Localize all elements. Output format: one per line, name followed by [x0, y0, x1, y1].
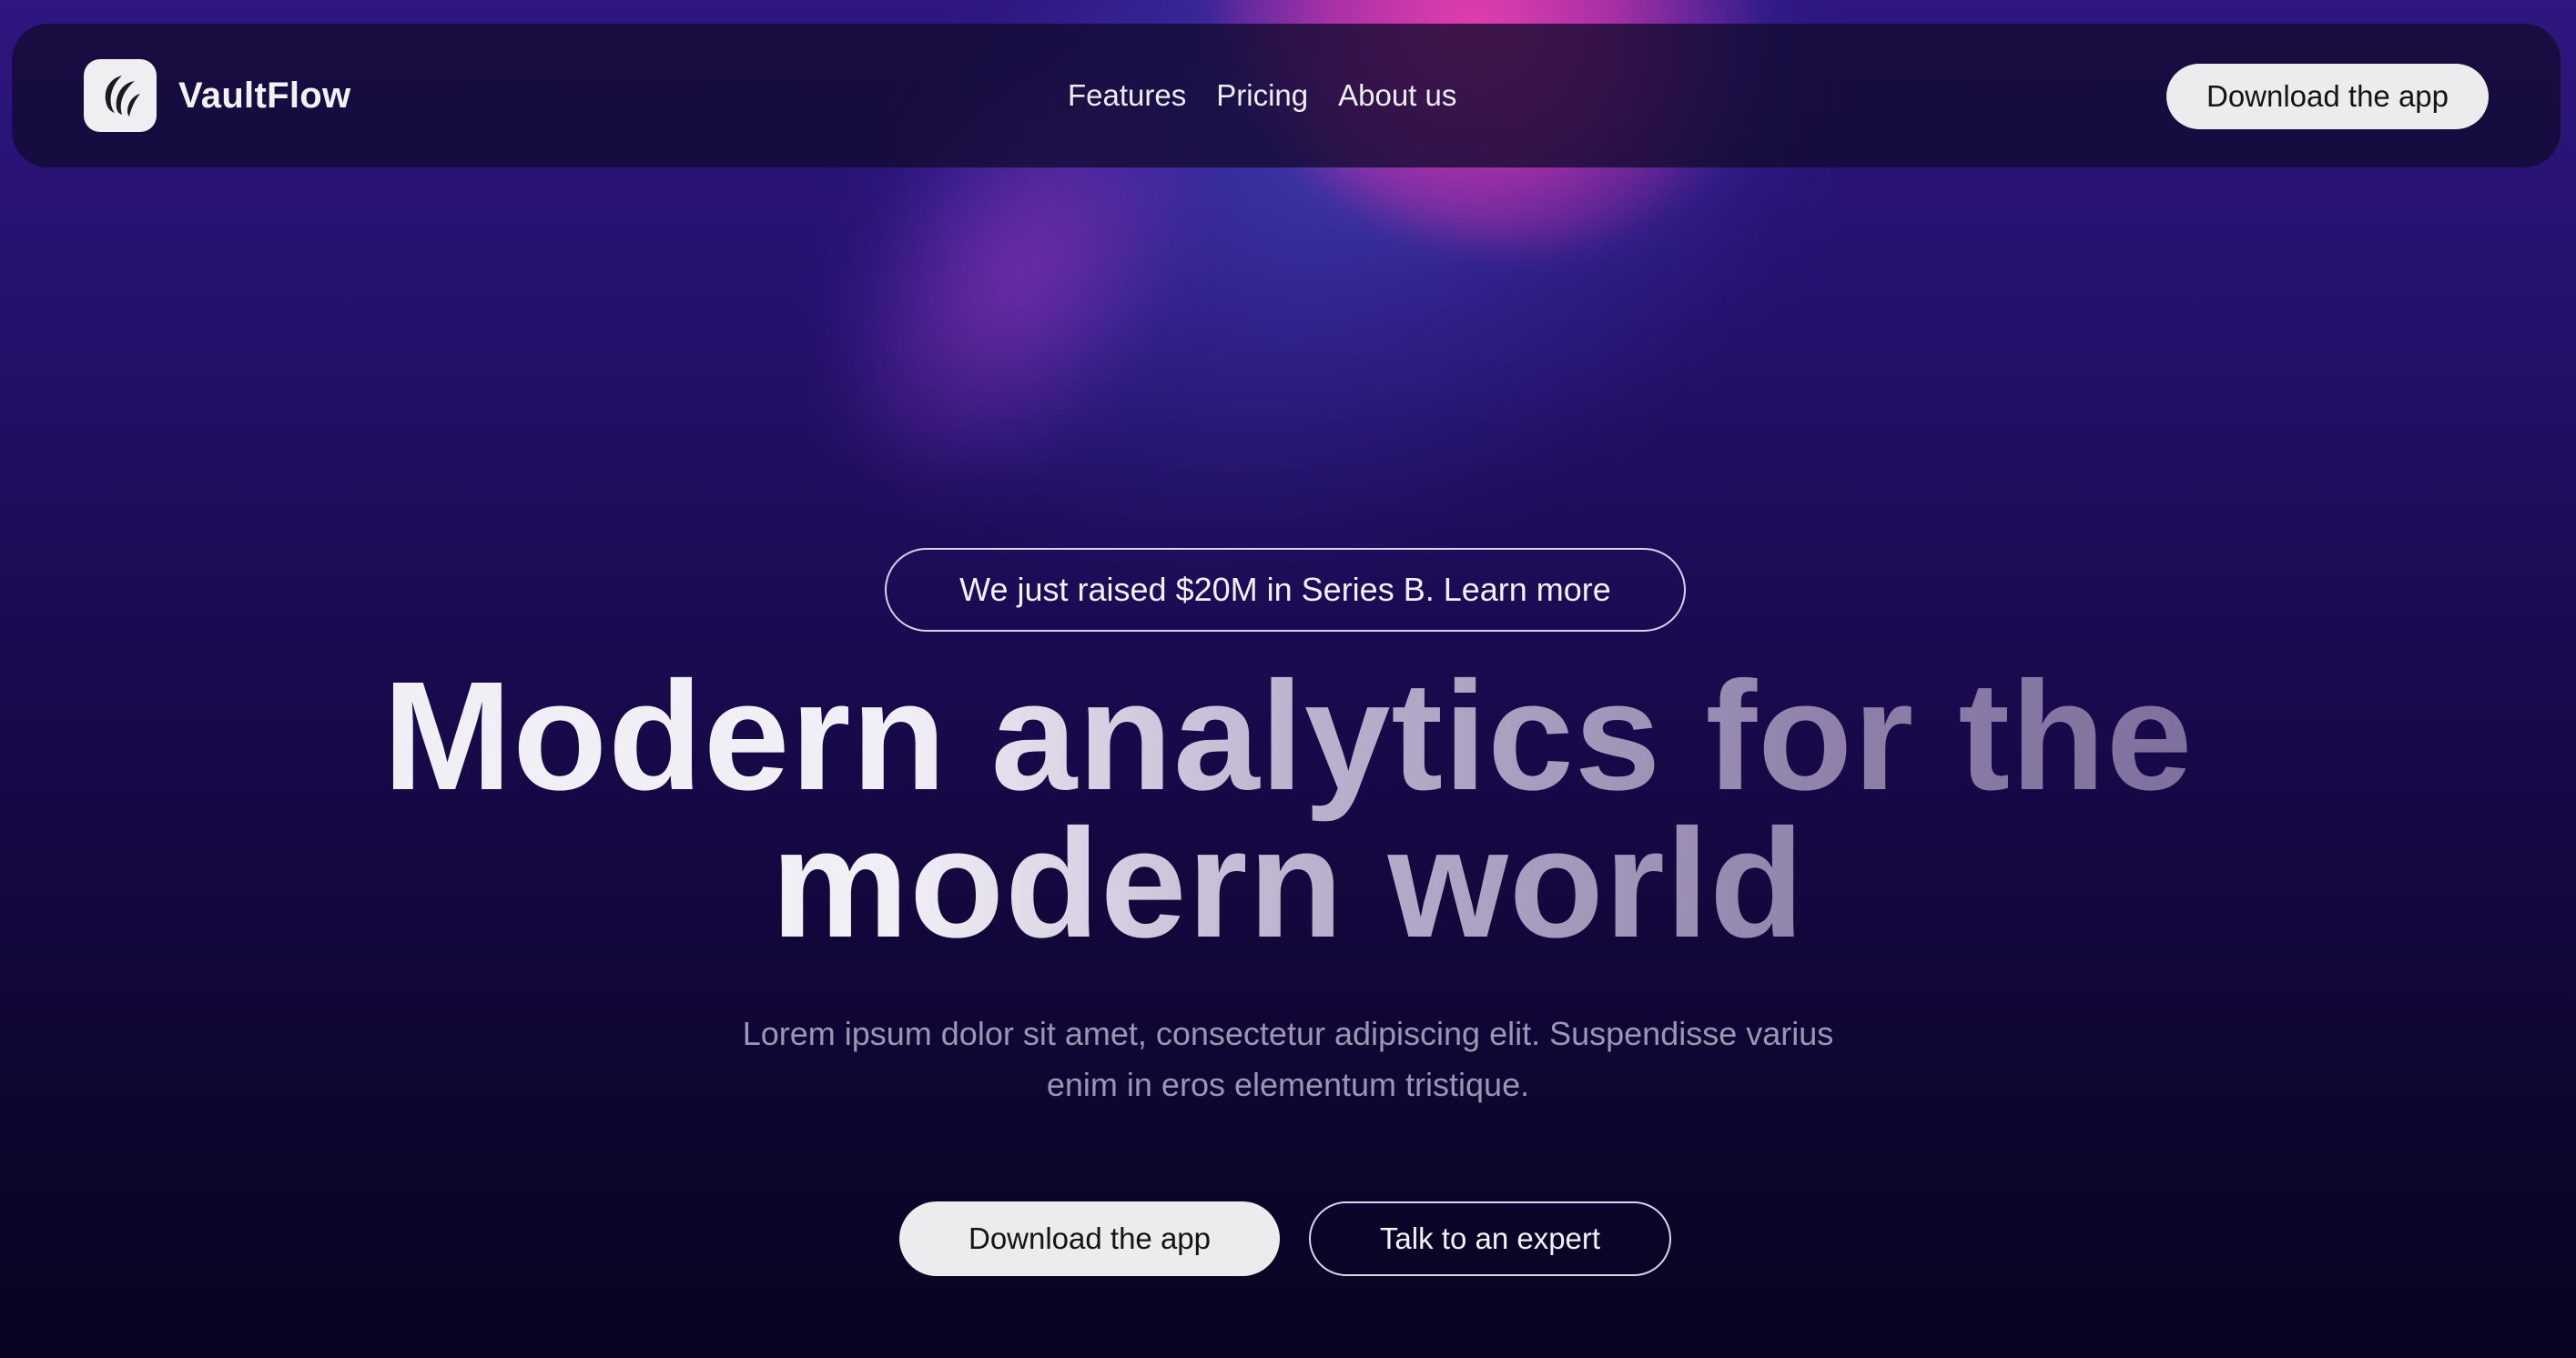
nav-link-about-us[interactable]: About us [1338, 78, 1456, 113]
hero-subtext-line-2: enim in eros elementum tristique. [1046, 1066, 1530, 1103]
nav-link-pricing[interactable]: Pricing [1216, 78, 1308, 113]
nav-link-features[interactable]: Features [1068, 78, 1186, 113]
talk-to-expert-button[interactable]: Talk to an expert [1309, 1201, 1671, 1276]
vaultflow-logo-icon [84, 59, 157, 132]
nav-download-app-button[interactable]: Download the app [2166, 64, 2489, 129]
hero-headline-line-2: modern world [771, 797, 1805, 970]
navbar: VaultFlow Features Pricing About us Down… [12, 24, 2561, 167]
hero-subtext: Lorem ipsum dolor sit amet, consectetur … [651, 1008, 1925, 1110]
hero-subtext-line-1: Lorem ipsum dolor sit amet, consectetur … [742, 1015, 1834, 1052]
nav-links: Features Pricing About us [1068, 24, 1456, 167]
brand[interactable]: VaultFlow [84, 59, 350, 132]
announcement-pill-link[interactable]: We just raised $20M in Series B. Learn m… [885, 548, 1686, 632]
brand-name: VaultFlow [178, 75, 351, 116]
hero-headline-line-1: Modern analytics for the [382, 650, 2194, 823]
hero-headline: Modern analytics for the modern world [0, 663, 2576, 958]
hero-download-app-button[interactable]: Download the app [899, 1201, 1280, 1276]
